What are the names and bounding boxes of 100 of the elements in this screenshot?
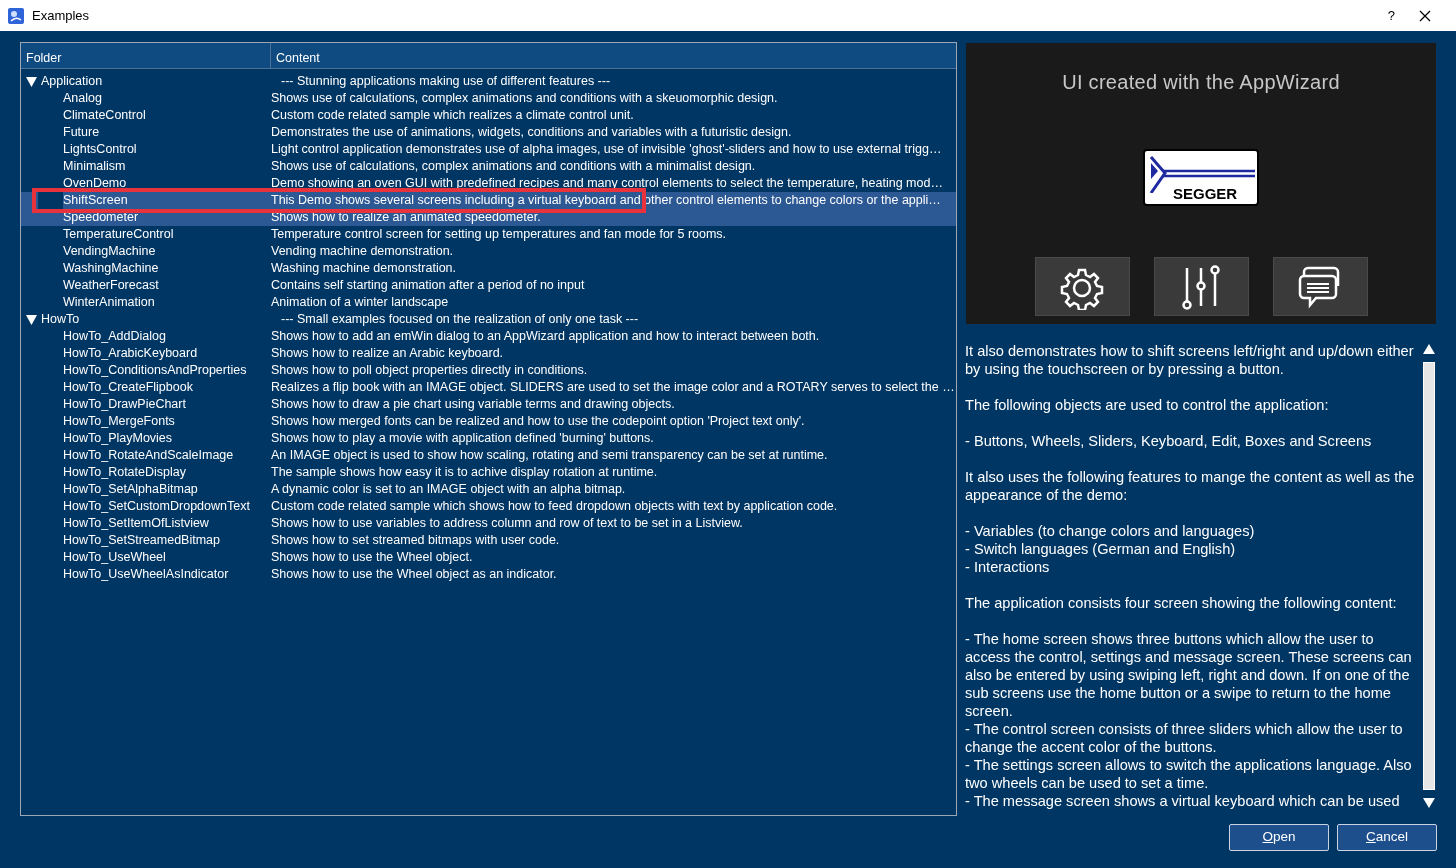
list-row[interactable]: WashingMachine Washing machine demonstration. bbox=[21, 260, 956, 277]
preview-button[interactable] bbox=[1153, 257, 1249, 316]
example-description: Light control application demonstrates use of alpha images, use of invisible 'ghost'-sliders and how to use external trigg… bbox=[271, 141, 943, 158]
example-description: Shows how to set streamed bitmaps with user code. bbox=[271, 532, 561, 549]
logo-text: SEGGER bbox=[1173, 186, 1238, 201]
example-name: LightsControl bbox=[62, 141, 137, 158]
list-row[interactable]: TemperatureControl Temperature control screen for setting up temperatures and fan mode for 5 rooms. bbox=[21, 226, 956, 243]
example-name: ShiftScreen bbox=[63, 192, 128, 209]
example-name: HowTo_MergeFonts bbox=[62, 413, 175, 430]
list-row[interactable]: HowTo_CreateFlipbook Realizes a flip book with an IMAGE object. SLIDERS are used to set the image color and a ROTARY serves to select the … bbox=[21, 379, 956, 396]
example-description: Shows how to poll object properties directly in conditions. bbox=[271, 362, 589, 379]
preview-button[interactable] bbox=[1272, 257, 1368, 316]
folder-name[interactable]: Application bbox=[37, 73, 103, 90]
list-row[interactable]: WinterAnimation Animation of a winter landscape bbox=[21, 294, 956, 311]
example-description: Demonstrates the use of animations, widgets, conditions and variables with a futuristic design. bbox=[271, 124, 793, 141]
list-row[interactable]: Analog Shows use of calculations, complex animations and conditions with a skeuomorphic design. bbox=[21, 90, 956, 107]
example-name: Speedometer bbox=[62, 209, 139, 226]
example-name: WashingMachine bbox=[62, 260, 159, 277]
example-description: Animation of a winter landscape bbox=[271, 294, 450, 311]
list-row[interactable]: HowTo_RotateAndScaleImage An IMAGE object is used to show how scaling, rotating and semi transparency can be set at runtime. bbox=[21, 447, 956, 464]
list-row[interactable]: HowTo_UseWheel Shows how to use the Wheel object. bbox=[21, 549, 956, 566]
example-description: A dynamic color is set to an IMAGE object with an alpha bitmap. bbox=[271, 481, 627, 498]
scroll-up-icon[interactable] bbox=[1423, 344, 1435, 354]
list-row[interactable]: Minimalism Shows use of calculations, complex animations and conditions with a minimalist design. bbox=[21, 158, 956, 175]
list-row[interactable]: HowTo_DrawPieChart Shows how to draw a pie chart using variable terms and drawing objects. bbox=[21, 396, 956, 413]
example-description: Contains self starting animation after a period of no input bbox=[271, 277, 586, 294]
example-name: HowTo_SetItemOfListview bbox=[62, 515, 209, 532]
list-row[interactable]: HowTo_PlayMovies Shows how to play a movie with application defined 'burning' buttons. bbox=[21, 430, 956, 447]
description-text: It also uses the following features to mange the content as well as the appearance of the demo: bbox=[965, 468, 1416, 504]
example-description: The sample shows how easy it is to achive display rotation at runtime. bbox=[271, 464, 659, 481]
list-row[interactable]: WeatherForecast Contains self starting animation after a period of no input bbox=[21, 277, 956, 294]
example-description: Shows how to use variables to address column and row of text to be set in a Listview. bbox=[271, 515, 744, 532]
example-description: Shows how to draw a pie chart using variable terms and drawing objects. bbox=[271, 396, 676, 413]
collapse-arrow-icon[interactable] bbox=[26, 314, 37, 325]
scroll-thumb[interactable] bbox=[1423, 362, 1435, 790]
example-description: Washing machine demonstration. bbox=[271, 260, 458, 277]
preview-button[interactable] bbox=[1034, 257, 1130, 316]
example-name: HowTo_AddDialog bbox=[62, 328, 166, 345]
list-row[interactable]: HowTo_SetCustomDropdownText Custom code related sample which shows how to feed dropdown objects with text by application code. bbox=[21, 498, 956, 515]
example-description: Vending machine demonstration. bbox=[271, 243, 455, 260]
example-description: Custom code related sample which realizes a climate control unit. bbox=[271, 107, 635, 124]
help-button[interactable]: ? bbox=[1387, 5, 1395, 26]
collapse-arrow-icon[interactable] bbox=[26, 76, 37, 87]
example-description: Shows how to realize an Arabic keyboard. bbox=[271, 345, 505, 362]
example-description: Shows how to play a movie with application defined 'burning' buttons. bbox=[271, 430, 655, 447]
example-description: Realizes a flip book with an IMAGE object. SLIDERS are used to set the image color and a ROTARY serves to select the … bbox=[271, 379, 956, 396]
list-row[interactable]: Future Demonstrates the use of animations, widgets, conditions and variables with a futuristic design. bbox=[21, 124, 956, 141]
list-row[interactable]: HowTo_UseWheelAsIndicator Shows how to use the Wheel object as an indicator. bbox=[21, 566, 956, 583]
dialog-button[interactable]: Open bbox=[1229, 824, 1329, 851]
example-name: Analog bbox=[62, 90, 102, 107]
example-name: TemperatureControl bbox=[62, 226, 174, 243]
description-text: The following objects are used to control the application: bbox=[965, 396, 1330, 414]
example-name: HowTo_SetAlphaBitmap bbox=[62, 481, 198, 498]
list-row[interactable]: HowTo_MergeFonts Shows how merged fonts can be realized and how to use the codepoint option 'Project text only'. bbox=[21, 413, 956, 430]
example-description: Demo showing an oven GUI with predefined recipes and many control elements to select the temperature, heating mod… bbox=[271, 175, 944, 192]
example-description: Shows how merged fonts can be realized and how to use the codepoint option 'Project text only'. bbox=[271, 413, 806, 430]
example-description: Temperature control screen for setting up temperatures and fan mode for 5 rooms. bbox=[271, 226, 728, 243]
list-row[interactable]: HowTo_SetAlphaBitmap A dynamic color is set to an IMAGE object with an alpha bitmap. bbox=[21, 481, 956, 498]
example-name: HowTo_SetStreamedBitmap bbox=[62, 532, 221, 549]
folder-name[interactable]: HowTo bbox=[37, 311, 80, 328]
list-row[interactable]: LightsControl Light control application demonstrates use of alpha images, use of invisible 'ghost'-sliders and how to use external trigg… bbox=[21, 141, 956, 158]
example-description: An IMAGE object is used to show how scaling, rotating and semi transparency can be set at runtime. bbox=[271, 447, 829, 464]
example-description: Shows use of calculations, complex animations and conditions with a minimalist design. bbox=[271, 158, 757, 175]
list-row[interactable]: HowTo_AddDialog Shows how to add an emWin dialog to an AppWizard application and how to interact between both. bbox=[21, 328, 956, 345]
close-icon[interactable] bbox=[1419, 9, 1431, 22]
example-name: HowTo_UseWheel bbox=[62, 549, 166, 566]
column-header[interactable]: Content bbox=[271, 43, 956, 68]
list-row[interactable]: HowTo_ConditionsAndProperties Shows how to poll object properties directly in conditions. bbox=[21, 362, 956, 379]
window-title: Examples bbox=[32, 6, 90, 25]
example-description: Shows how to use the Wheel object. bbox=[271, 549, 474, 566]
scroll-down-icon[interactable] bbox=[1423, 798, 1435, 808]
example-name: HowTo_ArabicKeyboard bbox=[62, 345, 198, 362]
folder-description: --- Small examples focused on the realization of only one task --- bbox=[280, 311, 639, 328]
example-name: HowTo_RotateAndScaleImage bbox=[62, 447, 234, 464]
example-description: Shows how to realize an animated speedometer. bbox=[271, 209, 542, 226]
dialog-button[interactable]: Cancel bbox=[1337, 824, 1437, 851]
example-name: OvenDemo bbox=[62, 175, 127, 192]
list-row[interactable]: ClimateControl Custom code related sample which realizes a climate control unit. bbox=[21, 107, 956, 124]
example-name: WeatherForecast bbox=[62, 277, 159, 294]
example-name: HowTo_DrawPieChart bbox=[62, 396, 186, 413]
example-name: WinterAnimation bbox=[62, 294, 155, 311]
list-row[interactable]: HowTo_SetStreamedBitmap Shows how to set streamed bitmaps with user code. bbox=[21, 532, 956, 549]
description-text: - The home screen shows three buttons which allow the user to access the control, settings and message screen. These screens can also be entered by using swiping left, right and down. If on one of the sub screens use the home button or a swipe to return to the home screen. - The control screen consists of three sliders which allow the user to change the accent color of the buttons. - The settings screen allows to switch the applications language. Also two wheels can be used to set a time. - The message screen shows a virtual keyboard which can be used bbox=[965, 630, 1413, 810]
example-name: ClimateControl bbox=[62, 107, 146, 124]
list-row[interactable]: HowTo_SetItemOfListview Shows how to use variables to address column and row of text to be set in a Listview. bbox=[21, 515, 956, 532]
example-description: Shows use of calculations, complex animations and conditions with a skeuomorphic design. bbox=[271, 90, 779, 107]
example-name: HowTo_SetCustomDropdownText bbox=[62, 498, 250, 515]
column-header[interactable]: Folder bbox=[21, 43, 271, 68]
example-description: Shows how to add an emWin dialog to an AppWizard application and how to interact between both. bbox=[271, 328, 821, 345]
list-row[interactable]: HowTo_ArabicKeyboard Shows how to realize an Arabic keyboard. bbox=[21, 345, 956, 362]
example-name: HowTo_RotateDisplay bbox=[62, 464, 186, 481]
example-name: Minimalism bbox=[62, 158, 126, 175]
list-row[interactable]: OvenDemo Demo showing an oven GUI with predefined recipes and many control elements to select the temperature, heating mod… bbox=[21, 175, 956, 192]
folder-description: --- Stunning applications making use of different features --- bbox=[280, 73, 611, 90]
example-description: Custom code related sample which shows how to feed dropdown objects with text by application code. bbox=[271, 498, 839, 515]
list-row[interactable]: HowTo_RotateDisplay The sample shows how easy it is to achive display rotation at runtime. bbox=[21, 464, 956, 481]
example-name: HowTo_UseWheelAsIndicator bbox=[62, 566, 229, 583]
preview-title: UI created with the AppWizard bbox=[1062, 70, 1340, 95]
list-row[interactable]: VendingMachine Vending machine demonstration. bbox=[21, 243, 956, 260]
example-name: HowTo_ConditionsAndProperties bbox=[62, 362, 247, 379]
